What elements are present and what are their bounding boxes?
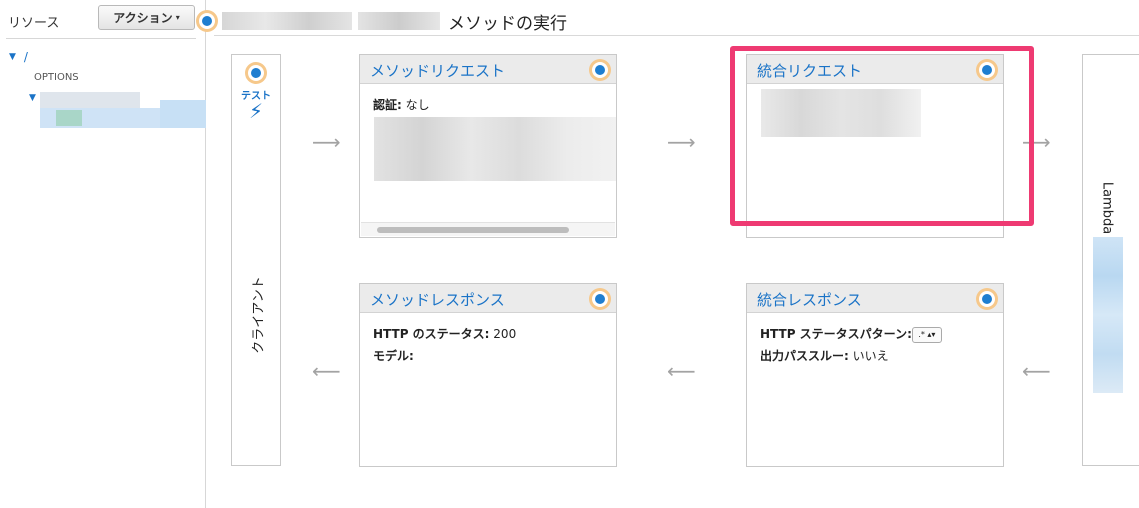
integration-response-header: 統合レスポンス [747,284,1003,313]
pattern-value: .* [918,329,925,339]
resources-title: リソース [8,16,60,31]
client-panel: テスト ⚡ クライアント [231,54,281,466]
tree-item-options[interactable]: OPTIONS [34,72,79,83]
redacted-block [1093,237,1123,393]
header-divider [214,35,1139,36]
redacted-block [374,117,616,181]
panel-divider [6,38,196,39]
integration-response-box: 統合レスポンス HTTP ステータスパターン: .* ▴▾ 出力パススルー: いい… [746,283,1004,467]
client-label: クライアント [251,276,267,354]
page-title: メソッドの実行 [448,14,567,34]
arrow-left-icon: ⟵ [1022,359,1051,383]
tree-item-root[interactable]: ▼ / [9,50,28,64]
arrow-left-icon: ⟵ [312,359,341,383]
passthrough-value: いいえ [852,349,889,363]
pattern-select[interactable]: .* ▴▾ [911,326,942,343]
expand-caret-icon[interactable]: ▼ [9,52,16,62]
auth-label: 認証: [373,98,402,112]
auth-value: なし [405,98,430,112]
integration-response-body: HTTP ステータスパターン: .* ▴▾ 出力パススルー: いいえ [747,313,1003,377]
redacted-block [222,12,352,30]
passthrough-label: 出力パススルー: [760,349,849,363]
method-response-body: HTTP のステータス: 200 モデル: [360,313,616,377]
arrow-right-icon: ⟶ [667,130,696,154]
status-value: 200 [493,327,517,341]
method-request-dot-icon [589,59,611,81]
model-label: モデル: [373,349,414,363]
method-response-header: メソッドレスポンス [360,284,616,313]
method-request-header: メソッドリクエスト [360,55,616,84]
expand-caret-icon[interactable]: ▼ [29,93,36,103]
method-response-box: メソッドレスポンス HTTP のステータス: 200 モデル: [359,283,617,467]
lambda-panel: Lambda [1082,54,1139,466]
redacted-block [160,100,206,128]
lightning-bolt-icon[interactable]: ⚡ [232,99,280,123]
redacted-block [56,110,82,126]
actions-button-label: アクション [113,11,173,25]
pattern-label: HTTP ステータスパターン: [760,327,912,341]
redacted-block [358,12,440,30]
scrollbar-thumb[interactable] [377,227,569,233]
redacted-block [40,92,140,108]
lambda-label: Lambda [1099,181,1115,235]
method-request-link[interactable]: メソッドリクエスト [370,60,505,81]
arrow-right-icon: ⟶ [312,130,341,154]
resource-panel: リソース アクション ▾ ▼ / OPTIONS ▼ [0,0,206,508]
actions-button[interactable]: アクション ▾ [98,5,195,30]
method-response-dot-icon [589,288,611,310]
method-request-box: メソッドリクエスト 認証: なし [359,54,617,238]
integration-response-link[interactable]: 統合レスポンス [757,289,862,310]
chevron-down-icon: ▾ [175,13,180,22]
arrow-left-icon: ⟵ [667,359,696,383]
tree-root-label: / [23,50,28,64]
status-label: HTTP のステータス: [373,327,490,341]
client-dot-icon [245,62,267,84]
header-status-dot-icon [196,10,218,32]
horizontal-scrollbar[interactable] [361,222,615,236]
method-response-link[interactable]: メソッドレスポンス [370,289,505,310]
tree-item-selected-resource[interactable] [40,88,206,130]
integration-response-dot-icon [976,288,998,310]
